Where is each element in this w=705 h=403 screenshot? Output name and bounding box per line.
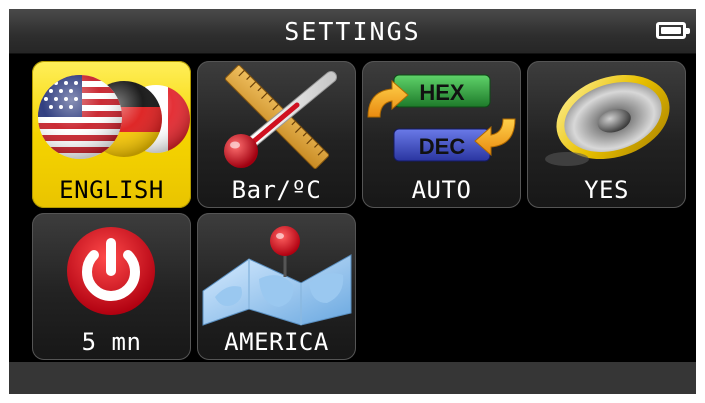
language-flags-icon xyxy=(38,75,190,159)
sound-setting-value: YES xyxy=(584,176,629,204)
sound-setting-tile[interactable]: YES xyxy=(527,61,686,208)
hex-icon-text: HEX xyxy=(419,80,465,105)
hex-dec-toggle-icon: HEX DEC xyxy=(367,74,516,162)
title-bar: SETTINGS xyxy=(9,9,696,54)
language-setting-tile[interactable]: ENGLISH xyxy=(32,61,191,208)
units-ruler-thermometer-icon xyxy=(224,65,337,169)
units-setting-value: Bar/ºC xyxy=(231,176,322,204)
device-screen: SETTINGS ENGLISH Bar/ºC HEX DEC AUTO YES… xyxy=(9,9,696,394)
battery-full-icon xyxy=(656,22,690,39)
auto-off-setting-tile[interactable]: 5 mn xyxy=(32,213,191,360)
dec-icon-text: DEC xyxy=(419,134,466,159)
page-title: SETTINGS xyxy=(284,17,421,46)
region-setting-value: AMERICA xyxy=(224,328,329,356)
units-setting-tile[interactable]: Bar/ºC xyxy=(197,61,356,208)
region-setting-tile[interactable]: AMERICA xyxy=(197,213,356,360)
bottom-bar xyxy=(9,362,696,394)
language-setting-value: ENGLISH xyxy=(59,176,164,204)
power-icon xyxy=(67,227,155,315)
map-pin-icon xyxy=(202,226,352,326)
hex-dec-setting-value: AUTO xyxy=(411,176,472,204)
hex-dec-setting-tile[interactable]: HEX DEC AUTO xyxy=(362,61,521,208)
auto-off-setting-value: 5 mn xyxy=(81,328,142,356)
speaker-icon xyxy=(545,74,670,166)
